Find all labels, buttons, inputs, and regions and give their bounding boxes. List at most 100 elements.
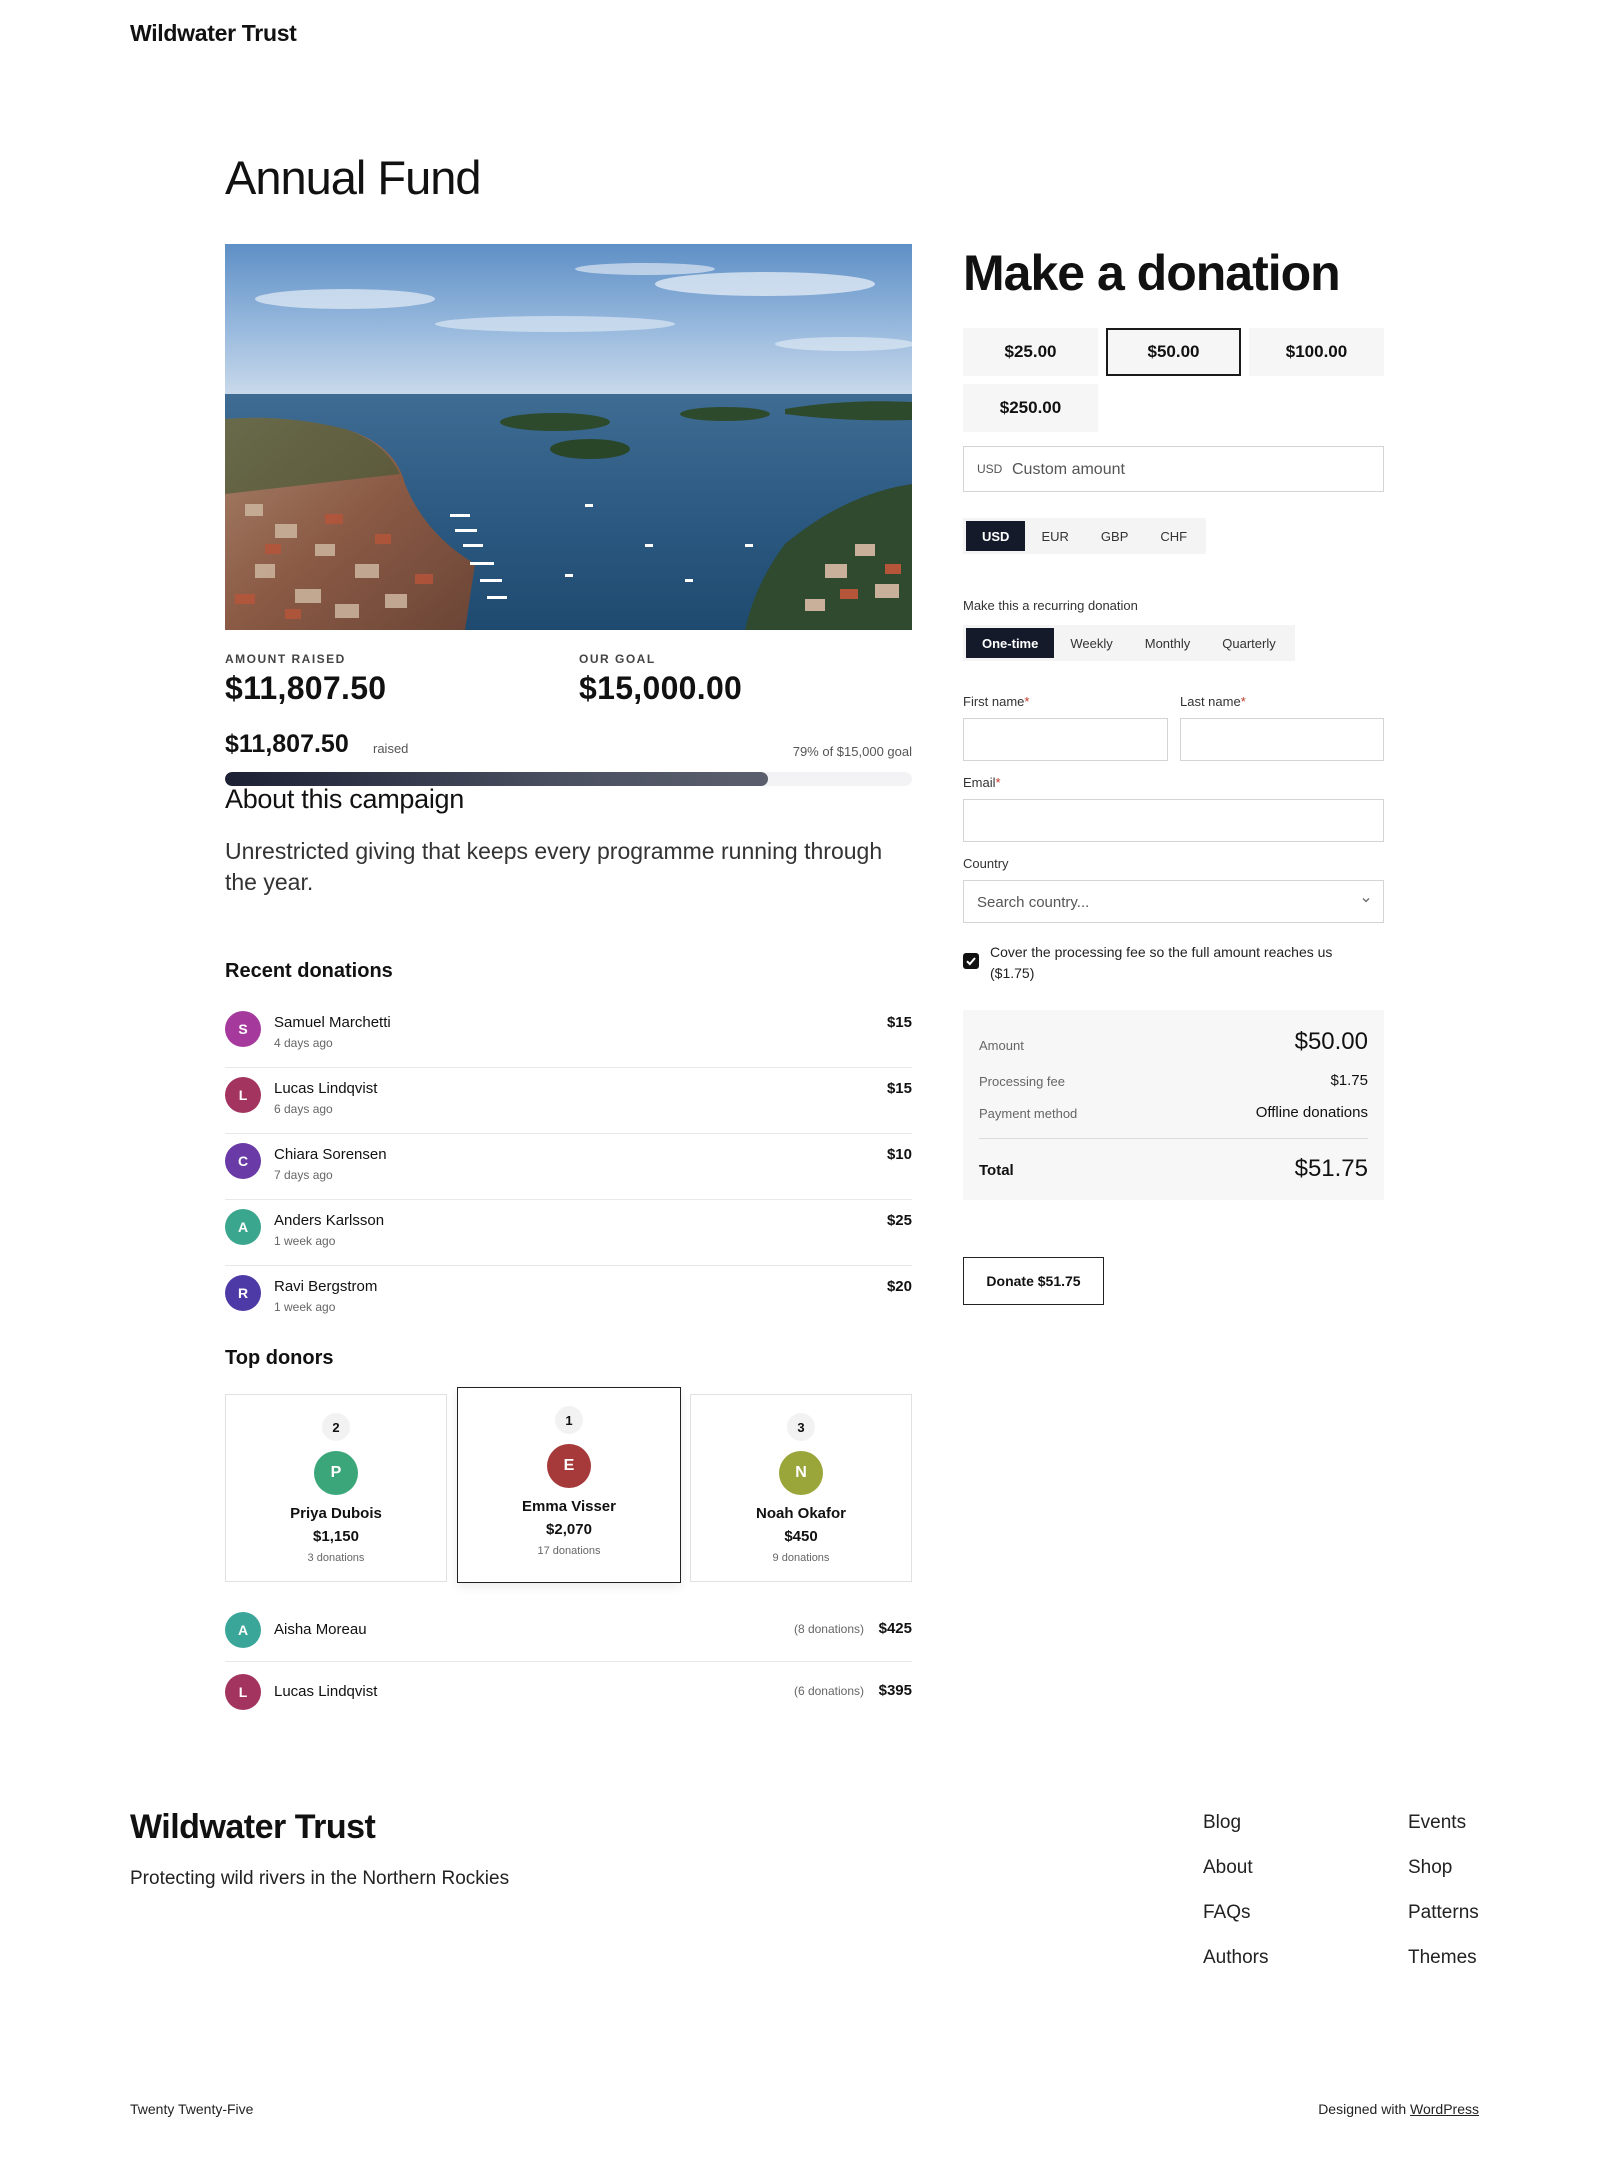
other-donors-list: A Aisha Moreau (8 donations) $425 L Luca…: [225, 1600, 912, 1724]
recurring-label: Make this a recurring donation: [963, 598, 1138, 613]
donation-amount: $20: [886, 1278, 912, 1295]
chevron-down-icon: [1362, 898, 1370, 903]
recent-donations-list: S Samuel Marchetti 4 days ago $15 L Luca…: [225, 1002, 912, 1332]
progress-summary: $11,807.50 raised 79% of $15,000 goal: [225, 730, 912, 760]
avatar: N: [779, 1451, 823, 1495]
avatar: P: [314, 1451, 358, 1495]
summary-total-label: Total: [979, 1162, 1014, 1179]
amount-option-100[interactable]: $100.00: [1249, 328, 1384, 376]
rank-badge: 1: [555, 1406, 583, 1434]
footer-tagline: Protecting wild rivers in the Northern R…: [130, 1868, 510, 1889]
donor-name: Lucas Lindqvist: [274, 1683, 378, 1700]
summary-fee-label: Processing fee: [979, 1074, 1065, 1089]
footer-link-faqs[interactable]: FAQs: [1203, 1902, 1251, 1924]
wordpress-link[interactable]: WordPress: [1410, 2101, 1479, 2117]
last-name-field[interactable]: [1180, 718, 1384, 761]
donation-row: C Chiara Sorensen 7 days ago $10: [225, 1134, 912, 1200]
donation-time: 1 week ago: [274, 1234, 336, 1248]
donation-row: R Ravi Bergstrom 1 week ago $20: [225, 1266, 912, 1332]
goal-label: OUR GOAL: [579, 652, 656, 666]
donor-name: Aisha Moreau: [274, 1621, 367, 1638]
email-field[interactable]: [963, 799, 1384, 842]
donation-amount: $10: [886, 1146, 912, 1163]
avatar: L: [225, 1077, 261, 1113]
footer-link-authors[interactable]: Authors: [1203, 1947, 1268, 1969]
custom-amount-input[interactable]: [1012, 455, 1372, 485]
currency-prefix: USD: [977, 462, 1003, 476]
podium-donor-name: Priya Dubois: [290, 1505, 382, 1522]
currency-chf[interactable]: CHF: [1144, 521, 1203, 551]
footer-link-events[interactable]: Events: [1408, 1812, 1466, 1834]
frequency-monthly[interactable]: Monthly: [1129, 628, 1207, 658]
custom-amount-field: USD: [963, 446, 1384, 492]
amount-raised-label: AMOUNT RAISED: [225, 652, 346, 666]
avatar: L: [225, 1674, 261, 1710]
donation-amount: $25: [886, 1212, 912, 1229]
donation-row: S Samuel Marchetti 4 days ago $15: [225, 1002, 912, 1068]
frequency-quarterly[interactable]: Quarterly: [1206, 628, 1291, 658]
summary-divider: [979, 1138, 1368, 1139]
footer-link-blog[interactable]: Blog: [1203, 1812, 1241, 1834]
currency-eur[interactable]: EUR: [1025, 521, 1084, 551]
footer-link-shop[interactable]: Shop: [1408, 1857, 1452, 1879]
donation-row: A Anders Karlsson 1 week ago $25: [225, 1200, 912, 1266]
frequency-selector: One-time Weekly Monthly Quarterly: [963, 625, 1295, 661]
footer-link-patterns[interactable]: Patterns: [1408, 1902, 1479, 1924]
footer-credit: Designed with WordPress: [1318, 2101, 1479, 2117]
currency-gbp[interactable]: GBP: [1085, 521, 1144, 551]
progress-raised-amount: $11,807.50: [225, 730, 349, 758]
donation-row: L Lucas Lindqvist 6 days ago $15: [225, 1068, 912, 1134]
progress-goal-text: 79% of $15,000 goal: [792, 744, 912, 759]
list-item: L Lucas Lindqvist (6 donations) $395: [225, 1662, 912, 1724]
summary-fee-value: $1.75: [1330, 1072, 1368, 1089]
last-name-label: Last name*: [1180, 694, 1246, 709]
campaign-hero-image: [225, 244, 912, 630]
donate-button[interactable]: Donate $51.75: [963, 1257, 1104, 1305]
summary-method-value: Offline donations: [1255, 1104, 1368, 1121]
currency-usd[interactable]: USD: [966, 521, 1026, 551]
footer-credit-text: Designed with: [1318, 2101, 1407, 2117]
podium-donor-count: 17 donations: [537, 1545, 601, 1557]
required-mark: *: [1240, 694, 1246, 709]
footer-site-title[interactable]: Wildwater Trust: [130, 1808, 376, 1847]
podium-donor-total: $2,070: [546, 1521, 592, 1538]
progress-raised-word: raised: [373, 741, 409, 756]
last-name-label-text: Last name: [1180, 694, 1241, 709]
podium-card-first: 1 E Emma Visser $2,070 17 donations: [457, 1387, 681, 1583]
donation-time: 4 days ago: [274, 1036, 333, 1050]
donation-time: 1 week ago: [274, 1300, 336, 1314]
frequency-one-time[interactable]: One-time: [966, 628, 1055, 658]
rank-badge: 3: [787, 1413, 815, 1441]
amount-option-50[interactable]: $50.00: [1106, 328, 1241, 376]
site-title[interactable]: Wildwater Trust: [130, 20, 297, 47]
amount-option-25[interactable]: $25.00: [963, 328, 1098, 376]
podium-donor-total: $450: [784, 1528, 818, 1545]
checkmark-icon: [966, 957, 976, 966]
cover-fee-checkbox[interactable]: [963, 953, 979, 969]
podium-donor-count: 3 donations: [307, 1552, 365, 1564]
first-name-field[interactable]: [963, 718, 1168, 761]
required-mark: *: [1024, 694, 1030, 709]
currency-selector: USD EUR GBP CHF: [963, 518, 1207, 554]
summary-total-value: $51.75: [1294, 1155, 1368, 1182]
amount-option-250[interactable]: $250.00: [963, 384, 1098, 432]
footer-link-themes[interactable]: Themes: [1408, 1947, 1477, 1969]
country-select[interactable]: [963, 880, 1384, 923]
donation-form-title: Make a donation: [963, 245, 1341, 301]
list-item: A Aisha Moreau (8 donations) $425: [225, 1600, 912, 1662]
first-name-label-text: First name: [963, 694, 1025, 709]
avatar: A: [225, 1209, 261, 1245]
cover-fee-label[interactable]: Cover the processing fee so the full amo…: [990, 942, 1370, 984]
frequency-weekly[interactable]: Weekly: [1054, 628, 1128, 658]
avatar: E: [547, 1444, 591, 1488]
page-title: Annual Fund: [225, 151, 482, 204]
donor-name: Ravi Bergstrom: [274, 1278, 378, 1295]
donor-name: Lucas Lindqvist: [274, 1080, 378, 1097]
donation-count: (8 donations): [793, 1622, 864, 1636]
summary-amount-label: Amount: [979, 1038, 1024, 1053]
footer-link-about[interactable]: About: [1203, 1857, 1253, 1879]
podium-donor-count: 9 donations: [772, 1552, 830, 1564]
country-search-input[interactable]: [977, 889, 1347, 915]
rank-badge: 2: [322, 1413, 350, 1441]
podium-donor-name: Noah Okafor: [755, 1505, 846, 1522]
